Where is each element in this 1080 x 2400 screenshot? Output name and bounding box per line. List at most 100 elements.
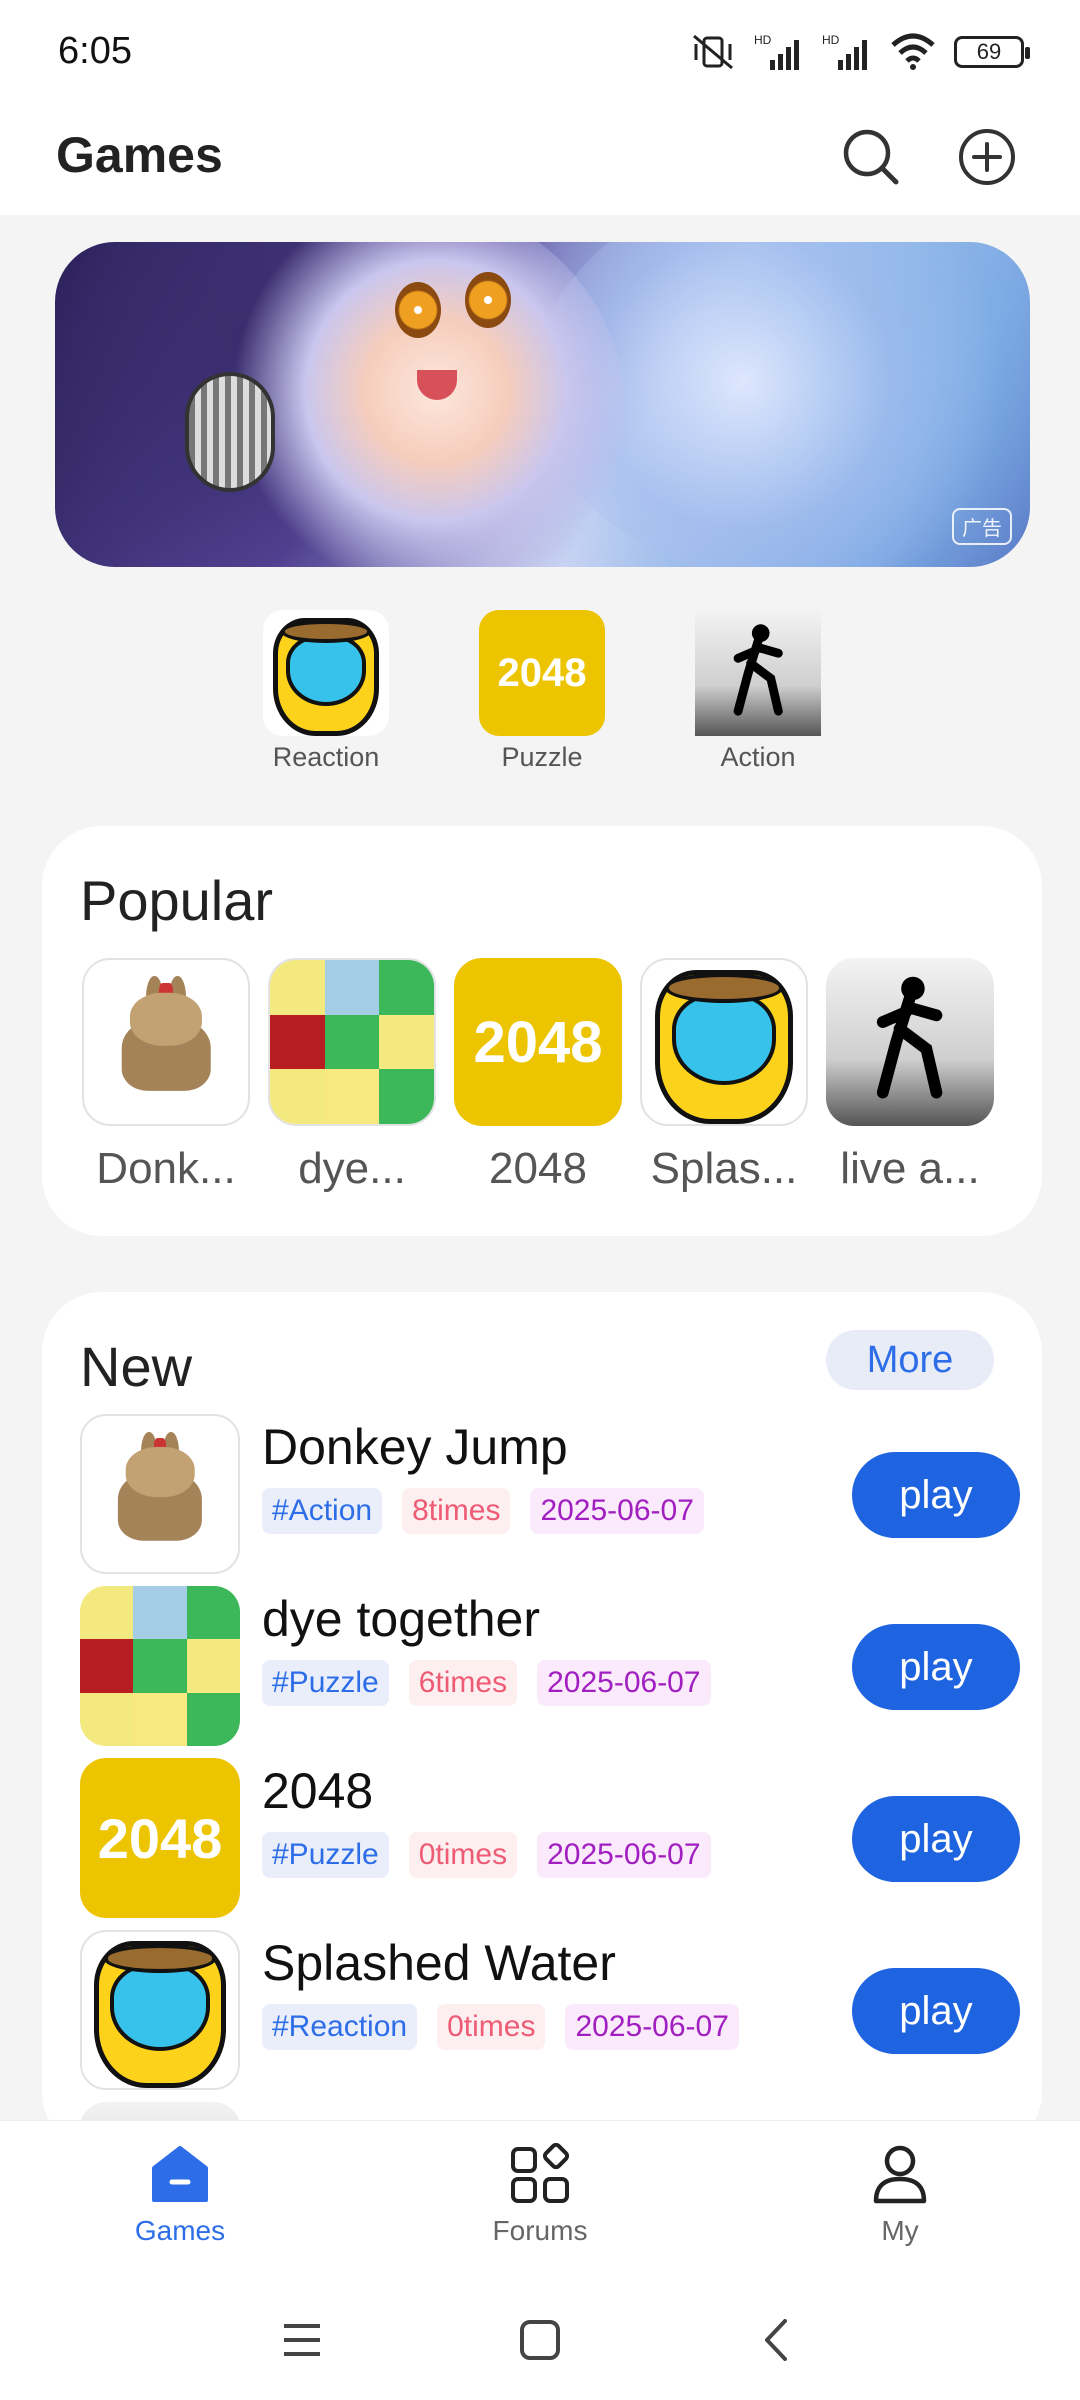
popular-item[interactable]: Splas... [640, 958, 808, 1194]
game-name: Donkey Jump [262, 1419, 568, 1475]
wifi-icon [891, 33, 935, 70]
game-tags: #Reaction 0times 2025-06-07 [262, 2004, 739, 2050]
tile-2048-icon: 2048 [80, 1758, 240, 1918]
status-time: 6:05 [58, 30, 132, 72]
menu-icon [284, 2324, 320, 2356]
category-row: Reaction 2048 Puzzle Action [0, 610, 1080, 780]
home-square-icon [520, 2320, 560, 2360]
nav-label: Games [134, 2215, 226, 2246]
popular-item[interactable]: dye... [268, 958, 436, 1194]
page-title: Games [56, 127, 223, 183]
menu-button[interactable] [272, 2310, 332, 2370]
vibrate-off-icon [693, 34, 733, 70]
banner-eye [465, 272, 511, 328]
add-button[interactable] [952, 122, 1022, 192]
nav-games[interactable]: Games [80, 2139, 280, 2247]
category-label: Reaction [272, 742, 380, 772]
splash-game-icon [263, 610, 389, 736]
signal-icon: HD [754, 33, 799, 70]
forums-icon [505, 2139, 575, 2209]
dye-game-icon [80, 1586, 240, 1746]
popular-item[interactable]: Donk... [82, 958, 250, 1194]
category-label: Puzzle [501, 742, 583, 772]
nav-forums[interactable]: Forums [440, 2139, 640, 2247]
back-chevron-icon [765, 2319, 787, 2361]
new-section: New More Donkey Jump #Action 8times 2025… [42, 1292, 1042, 2152]
play-count-tag: 6times [408, 1660, 518, 1706]
category-puzzle[interactable]: 2048 Puzzle [462, 610, 622, 773]
system-nav-bar [0, 2270, 1080, 2400]
popular-item[interactable]: live a... [826, 958, 994, 1194]
donkey-game-icon [82, 958, 250, 1126]
signal-icon: HD [822, 33, 867, 70]
status-bar: 6:05 HD HD 69 [0, 0, 1080, 110]
category-action[interactable]: Action [678, 610, 838, 773]
game-name: Splashed Water [262, 1935, 616, 1991]
popular-item-label: live a... [840, 1144, 980, 1193]
game-row[interactable]: Donkey Jump #Action 8times 2025-06-07 pl… [80, 1414, 1020, 1576]
banner-eye [395, 282, 441, 338]
section-title-popular: Popular [80, 869, 274, 932]
game-row[interactable]: 2048 2048 #Puzzle 0times 2025-06-07 play [80, 1758, 1020, 1920]
date-tag: 2025-06-07 [537, 1832, 711, 1878]
search-button[interactable] [836, 122, 906, 192]
promo-banner[interactable]: 广告 [55, 242, 1030, 567]
play-button[interactable]: play [852, 1796, 1020, 1882]
back-button[interactable] [746, 2310, 806, 2370]
stickman-icon [695, 610, 821, 736]
app-header: Games [0, 110, 1080, 215]
splash-game-icon [640, 958, 808, 1126]
play-count-tag: 0times [437, 2004, 546, 2050]
play-count-tag: 8times [402, 1488, 511, 1534]
popular-item[interactable]: 2048 2048 [454, 958, 622, 1194]
date-tag: 2025-06-07 [537, 1660, 711, 1706]
game-name: 2048 [262, 1763, 374, 1819]
bottom-nav: Games Forums My [0, 2120, 1080, 2270]
ad-badge: 广告 [952, 508, 1012, 545]
tile-2048-icon: 2048 [454, 958, 622, 1126]
more-button[interactable]: More [826, 1330, 994, 1390]
game-tags: #Puzzle 0times 2025-06-07 [262, 1832, 711, 1878]
play-button[interactable]: play [852, 1968, 1020, 2054]
tile-2048-text: 2048 [97, 1806, 223, 1870]
game-name: dye together [262, 1591, 540, 1647]
battery-indicator: 69 [954, 36, 1030, 68]
game-row[interactable]: dye together #Puzzle 6times 2025-06-07 p… [80, 1586, 1020, 1748]
donkey-game-icon [80, 1414, 240, 1574]
popular-item-label: 2048 [489, 1144, 587, 1193]
svg-text:HD: HD [754, 33, 772, 47]
category-tag[interactable]: #Action [262, 1488, 383, 1534]
date-tag: 2025-06-07 [530, 1488, 704, 1534]
play-button[interactable]: play [852, 1624, 1020, 1710]
date-tag: 2025-06-07 [565, 2004, 739, 2050]
popular-section: Popular Donk... dye... 2048 2048 Splas..… [42, 826, 1042, 1236]
tile-2048-text: 2048 [497, 650, 587, 695]
profile-icon [865, 2139, 935, 2209]
game-tags: #Puzzle 6times 2025-06-07 [262, 1660, 711, 1706]
section-title-new: New [80, 1335, 193, 1398]
game-tags: #Action 8times 2025-06-07 [262, 1488, 704, 1534]
microphone-graphic [185, 372, 275, 492]
play-button[interactable]: play [852, 1452, 1020, 1538]
nav-my[interactable]: My [800, 2139, 1000, 2247]
popular-item-label: Donk... [96, 1144, 236, 1193]
category-tag[interactable]: #Puzzle [262, 1832, 389, 1878]
category-tag[interactable]: #Reaction [262, 2004, 418, 2050]
play-count-tag: 0times [408, 1832, 518, 1878]
game-row[interactable]: Splashed Water #Reaction 0times 2025-06-… [80, 1930, 1020, 2092]
popular-item-label: Splas... [650, 1144, 798, 1193]
category-tag[interactable]: #Puzzle [262, 1660, 389, 1706]
home-button[interactable] [510, 2310, 570, 2370]
category-reaction[interactable]: Reaction [246, 610, 406, 773]
games-icon [145, 2139, 215, 2209]
nav-label: Forums [492, 2215, 588, 2246]
plus-circle-icon [959, 129, 1015, 185]
nav-label: My [881, 2215, 919, 2246]
stickman-icon [826, 958, 994, 1126]
tile-2048-text: 2048 [473, 1009, 603, 1075]
status-icons: HD HD 69 [690, 32, 1030, 72]
category-label: Action [720, 742, 796, 772]
splash-game-icon [80, 1930, 240, 2090]
dye-game-icon [268, 958, 436, 1126]
search-icon [843, 129, 899, 185]
